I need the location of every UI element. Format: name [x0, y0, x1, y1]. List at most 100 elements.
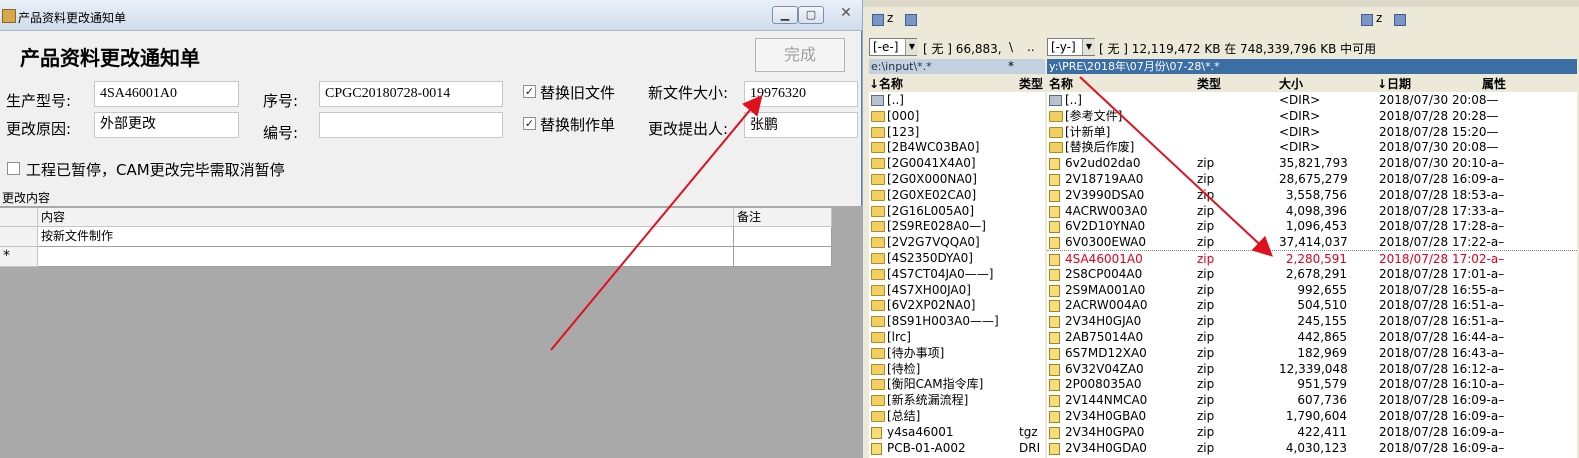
- network-tree-icon[interactable]: [905, 14, 917, 26]
- list-item[interactable]: [8S91H003A0——]: [869, 313, 1045, 329]
- list-item[interactable]: [..]: [869, 92, 1045, 108]
- table-row[interactable]: [替换后作废] <DIR> 2018/07/30 20:08—: [1047, 139, 1577, 155]
- table-row[interactable]: [..] <DIR> 2018/07/30 20:08—: [1047, 92, 1577, 108]
- list-item[interactable]: [123]: [869, 124, 1045, 140]
- file-size: 35,821,793: [1279, 156, 1348, 171]
- left-filter[interactable]: *: [1008, 59, 1014, 73]
- row-header[interactable]: [0, 227, 38, 247]
- close-button[interactable]: ✕: [836, 6, 856, 22]
- file-name: 2V34H0GDA0: [1065, 440, 1147, 455]
- left-type-header[interactable]: 类型: [1019, 77, 1043, 92]
- content-column-header[interactable]: 内容: [38, 208, 734, 227]
- chevron-down-icon-right[interactable]: ▼: [1082, 39, 1095, 55]
- minimize-button[interactable]: ▁: [772, 6, 798, 24]
- done-button[interactable]: 完成: [755, 38, 845, 72]
- file-date: 2018/07/28 16:51-a–: [1379, 314, 1505, 329]
- proposer-input[interactable]: 张鹏: [744, 112, 858, 138]
- serial-input[interactable]: CPGC20180728-0014: [319, 81, 503, 107]
- archive-icon: [871, 426, 882, 439]
- list-item[interactable]: [2G16L005A0]: [869, 203, 1045, 219]
- table-row[interactable]: 4ACRW003A0 zip 4,098,396 2018/07/28 17:33-a…: [1047, 203, 1577, 219]
- list-item[interactable]: [4S7XH00JA0]: [869, 282, 1045, 298]
- selected-file-row[interactable]: 4SA46001A0 zip 2,280,591 2018/07/28 17:02-a…: [1047, 250, 1577, 267]
- network-drive-icon-right[interactable]: [1361, 14, 1373, 26]
- list-item[interactable]: [待检]: [869, 361, 1045, 377]
- network-drive-icon[interactable]: [872, 14, 884, 26]
- list-item[interactable]: PCB-01-A002 DRI: [869, 440, 1045, 456]
- list-item[interactable]: [2G0X000NA0]: [869, 171, 1045, 187]
- list-item[interactable]: [2V2G7VQQA0]: [869, 234, 1045, 250]
- list-item[interactable]: [2G0XE02CA0]: [869, 187, 1045, 203]
- list-item[interactable]: [4S7CT04JA0——]: [869, 266, 1045, 282]
- table-row[interactable]: 2S9MA001A0 zip 992,655 2018/07/28 16:55-a–: [1047, 282, 1577, 298]
- parent-dir-button[interactable]: ..: [1027, 40, 1035, 54]
- parent-folder-icon: [1049, 95, 1062, 106]
- table-row-note-cell[interactable]: [734, 227, 832, 247]
- new-size-input[interactable]: 19976320: [744, 81, 858, 107]
- table-row[interactable]: 2V34H0GPA0 zip 422,411 2018/07/28 16:09-a–: [1047, 424, 1577, 440]
- file-name: [计新单]: [1065, 124, 1111, 139]
- table-row[interactable]: 6V32V04ZA0 zip 12,339,048 2018/07/28 16:12-…: [1047, 361, 1577, 377]
- number-input[interactable]: [319, 112, 503, 138]
- replace-sheet-checkbox[interactable]: ✓: [523, 117, 536, 130]
- table-row[interactable]: 2S8CP004A0 zip 2,678,291 2018/07/28 17:01-a…: [1047, 266, 1577, 282]
- note-column-header[interactable]: 备注: [734, 208, 832, 227]
- list-item[interactable]: [2G0041X4A0]: [869, 155, 1045, 171]
- maximize-button[interactable]: ▢: [798, 6, 824, 24]
- file-name: [2G0X000NA0]: [887, 172, 977, 186]
- file-date: 2018/07/28 16:55-a–: [1379, 282, 1505, 297]
- file-name: 2V18719AA0: [1065, 172, 1144, 186]
- table-row[interactable]: 2V18719AA0 zip 28,675,279 2018/07/28 16:09-…: [1047, 171, 1577, 187]
- table-row[interactable]: 6S7MD12XA0 zip 182,969 2018/07/28 16:43-a–: [1047, 345, 1577, 361]
- table-row[interactable]: [参考文件] <DIR> 2018/07/28 20:28—: [1047, 108, 1577, 124]
- file-type: tgz: [1019, 424, 1038, 439]
- table-row[interactable]: 6v2ud02da0 zip 35,821,793 2018/07/30 20:10-…: [1047, 155, 1577, 171]
- replace-old-checkbox[interactable]: ✓: [523, 85, 536, 98]
- list-item[interactable]: y4sa46001 tgz: [869, 424, 1045, 440]
- list-item[interactable]: [2S9RE028A0—]: [869, 218, 1045, 234]
- right-path-bar[interactable]: y:\PRE\2018年\07月份\07-28\*.*: [1047, 59, 1577, 74]
- table-row[interactable]: 2V34H0GJA0 zip 245,155 2018/07/28 16:51-a–: [1047, 313, 1577, 329]
- list-item[interactable]: [新系统漏流程]: [869, 392, 1045, 408]
- table-row[interactable]: [计新单] <DIR> 2018/07/28 15:20—: [1047, 124, 1577, 140]
- list-item[interactable]: [待办事项]: [869, 345, 1045, 361]
- table-row[interactable]: 2V34H0GDA0 zip 4,030,123 2018/07/28 16:09-a…: [1047, 440, 1577, 456]
- new-row-content-cell[interactable]: [38, 247, 734, 267]
- right-type-header[interactable]: 类型: [1197, 77, 1221, 92]
- list-item[interactable]: [4S2350DYA0]: [869, 250, 1045, 266]
- table-row[interactable]: 2V3990DSA0 zip 3,558,756 2018/07/28 18:53-a…: [1047, 187, 1577, 203]
- table-row[interactable]: 6V0300EWA0 zip 37,414,037 2018/07/28 17:22-…: [1047, 234, 1577, 250]
- table-row[interactable]: 2P008035A0 zip 951,579 2018/07/28 16:10-a–: [1047, 376, 1577, 392]
- file-name: [替换后作废]: [1065, 140, 1135, 155]
- list-item[interactable]: [6V2XP02NA0]: [869, 297, 1045, 313]
- table-row[interactable]: 6V2D10YNA0 zip 1,096,453 2018/07/28 17:28-a…: [1047, 218, 1577, 234]
- right-name-header[interactable]: 名称: [1049, 77, 1073, 92]
- table-row[interactable]: 2AB75014A0 zip 442,865 2018/07/28 16:44-a–: [1047, 329, 1577, 345]
- network-tree-icon-right[interactable]: [1394, 14, 1406, 26]
- list-item[interactable]: [衡阳CAM指令库]: [869, 376, 1045, 392]
- table-row[interactable]: 2V144NMCA0 zip 607,736 2018/07/28 16:09-a–: [1047, 392, 1577, 408]
- table-row-content-cell[interactable]: 按新文件制作: [38, 227, 734, 247]
- new-row-note-cell[interactable]: [734, 247, 832, 267]
- reason-input[interactable]: 外部更改: [94, 112, 239, 138]
- paused-checkbox[interactable]: [7, 162, 20, 175]
- model-input[interactable]: 4SA46001A0: [94, 81, 239, 107]
- button-bar: [863, 0, 1579, 7]
- chevron-down-icon[interactable]: ▼: [905, 39, 918, 55]
- list-item[interactable]: [2B4WC03BA0]: [869, 139, 1045, 155]
- right-size-header[interactable]: 大小: [1279, 77, 1303, 92]
- right-attr-header[interactable]: 属性: [1482, 77, 1506, 92]
- list-item[interactable]: [总结]: [869, 408, 1045, 424]
- file-name: 2V3990DSA0: [1065, 187, 1145, 202]
- right-date-header[interactable]: ↓日期: [1377, 77, 1411, 92]
- list-item[interactable]: [000]: [869, 108, 1045, 124]
- left-path-bar[interactable]: e:\input\*.*: [869, 59, 1045, 74]
- new-row-marker[interactable]: *: [0, 247, 38, 267]
- table-row[interactable]: 2V34H0GBA0 zip 1,790,604 2018/07/28 16:09-a…: [1047, 408, 1577, 424]
- root-dir-button[interactable]: \: [1009, 40, 1013, 54]
- toolbar-left-z[interactable]: z: [887, 11, 893, 25]
- table-row[interactable]: 2ACRW004A0 zip 504,510 2018/07/28 16:51-a–: [1047, 297, 1577, 313]
- toolbar-right-z[interactable]: z: [1376, 11, 1382, 25]
- left-name-header[interactable]: ↓名称: [869, 77, 903, 92]
- list-item[interactable]: [lrc]: [869, 329, 1045, 345]
